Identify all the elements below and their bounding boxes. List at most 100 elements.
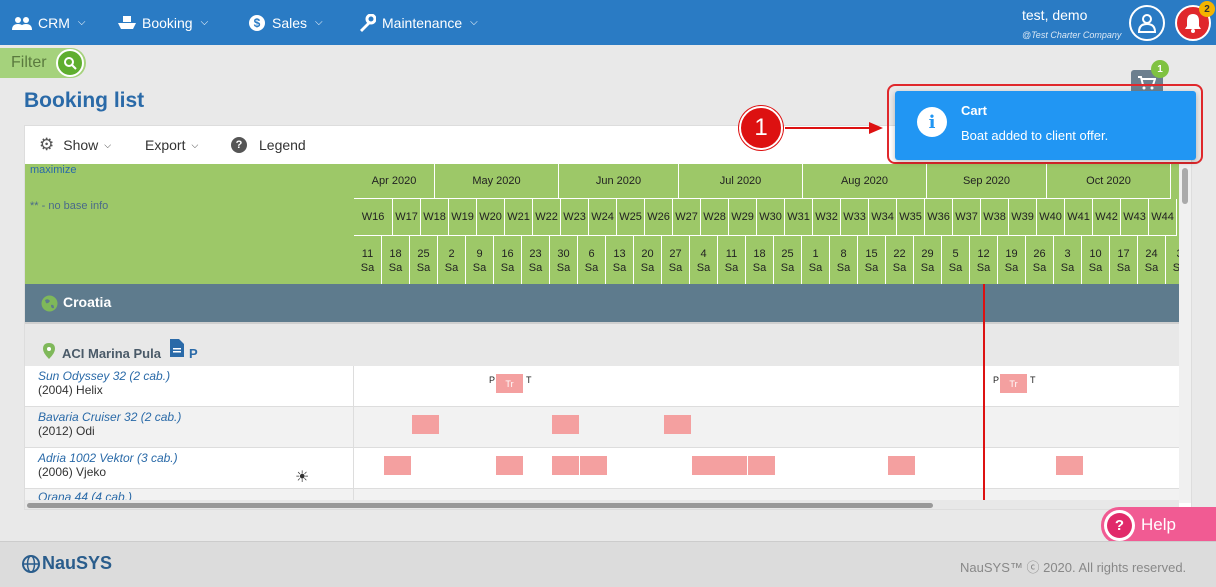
boat-name: (2004) Helix <box>38 383 103 397</box>
boat-name: (2006) Vjeko <box>38 465 107 479</box>
page-title: Booking list <box>24 89 145 112</box>
week-header: W16 <box>354 199 393 236</box>
nav-crm[interactable]: CRM ⌵ <box>12 0 85 45</box>
question-icon: ? <box>1104 510 1135 541</box>
toast-title: Cart <box>961 103 988 118</box>
boat-model-link[interactable]: Bavaria Cruiser 32 (2 cab.) <box>38 410 181 424</box>
pickup-mark: P <box>489 375 496 385</box>
filter-button[interactable]: Filter <box>0 48 86 78</box>
booking-block[interactable] <box>748 456 775 475</box>
day-number: 13 <box>613 248 626 260</box>
scrollbar-thumb[interactable] <box>1182 168 1188 204</box>
booking-block[interactable] <box>496 456 523 475</box>
vertical-scrollbar[interactable] <box>1179 164 1191 500</box>
pickup-mark: P <box>993 375 1000 385</box>
day-abbr: Sa <box>584 262 599 274</box>
grid-header-left: maximize ** - no base info <box>25 164 354 284</box>
week-header: W38 <box>981 199 1009 236</box>
user-avatar-button[interactable] <box>1129 5 1165 41</box>
boat-name: (2012) Odi <box>38 424 95 438</box>
chevron-down-icon: ⌵ <box>191 139 199 150</box>
svg-text:$: $ <box>254 16 261 30</box>
help-button[interactable]: ? Help <box>1101 507 1216 544</box>
footer-brand: NauSYS <box>42 553 113 573</box>
legend-button[interactable]: ? Legend <box>231 126 306 164</box>
toast-message: Boat added to client offer. <box>961 128 1109 143</box>
week-header: W24 <box>589 199 617 236</box>
week-header: W20 <box>477 199 505 236</box>
day-abbr: Sa <box>808 262 823 274</box>
booking-block[interactable] <box>1056 456 1083 475</box>
nav-booking[interactable]: Booking ⌵ <box>118 0 208 45</box>
globe-icon <box>41 295 58 312</box>
region-row[interactable]: Croatia <box>25 284 1191 322</box>
week-header: W31 <box>785 199 813 236</box>
booking-block[interactable] <box>552 415 579 434</box>
booking-block[interactable] <box>412 415 439 434</box>
week-header: W36 <box>925 199 953 236</box>
day-header: 11 Sa <box>354 236 382 284</box>
user-icon <box>1137 14 1157 33</box>
day-abbr: Sa <box>1116 262 1131 274</box>
chevron-down-icon: ⌵ <box>200 17 209 28</box>
info-icon: i <box>917 107 947 137</box>
day-header: 13 Sa <box>606 236 634 284</box>
scrollbar-thumb[interactable] <box>27 503 933 508</box>
search-icon[interactable] <box>56 49 84 77</box>
day-header: 9 Sa <box>466 236 494 284</box>
arrow-right-icon <box>785 122 883 134</box>
day-header: 29 Sa <box>914 236 942 284</box>
day-abbr: Sa <box>360 262 375 274</box>
marina-row[interactable]: ACI Marina Pula P <box>25 322 1191 366</box>
gear-icon: ⚙ <box>39 135 55 154</box>
booking-block[interactable] <box>888 456 915 475</box>
week-header: W26 <box>645 199 673 236</box>
transit-mark: Tr <box>505 378 514 389</box>
day-header: 18 Sa <box>746 236 774 284</box>
day-number: 25 <box>417 248 430 260</box>
day-number: 10 <box>1089 248 1102 260</box>
nav-maintenance[interactable]: Maintenance ⌵ <box>358 0 478 45</box>
day-abbr: Sa <box>388 262 403 274</box>
week-header: W43 <box>1121 199 1149 236</box>
boat-row[interactable]: Adria 1002 Vektor (3 cab.) (2006) Vjeko … <box>25 448 1191 489</box>
day-number: 30 <box>557 248 570 260</box>
week-header: W23 <box>561 199 589 236</box>
boat-row[interactable]: Sun Odyssey 32 (2 cab.) (2004) Helix P T… <box>25 366 1191 407</box>
booking-block[interactable] <box>664 415 691 434</box>
booking-block[interactable] <box>384 456 411 475</box>
cart-toast[interactable]: i Cart Boat added to client offer. <box>895 91 1196 160</box>
boat-model-link[interactable]: Sun Odyssey 32 (2 cab.) <box>38 369 170 383</box>
day-abbr: Sa <box>752 262 767 274</box>
booking-block[interactable] <box>692 456 747 475</box>
booking-block[interactable] <box>580 456 607 475</box>
day-number: 25 <box>781 248 794 260</box>
day-abbr: Sa <box>696 262 711 274</box>
maximize-link[interactable]: maximize <box>30 164 76 176</box>
day-number: 24 <box>1145 248 1158 260</box>
boat-row[interactable]: Bavaria Cruiser 32 (2 cab.) (2012) Odi <box>25 407 1191 448</box>
document-icon[interactable] <box>170 339 184 357</box>
day-abbr: Sa <box>1088 262 1103 274</box>
chevron-down-icon: ⌵ <box>104 139 112 150</box>
booking-block[interactable]: Tr <box>1000 374 1027 393</box>
week-header: W40 <box>1037 199 1065 236</box>
day-header: 26 Sa <box>1026 236 1054 284</box>
day-header: 25 Sa <box>410 236 438 284</box>
day-abbr: Sa <box>668 262 683 274</box>
day-header: 12 Sa <box>970 236 998 284</box>
export-dropdown[interactable]: Export ⌵ <box>145 126 198 164</box>
day-number: 11 <box>361 248 374 260</box>
day-number: 4 <box>700 248 707 260</box>
booking-block[interactable]: Tr <box>496 374 523 393</box>
show-dropdown[interactable]: ⚙ Show ⌵ <box>39 126 111 164</box>
horizontal-scrollbar[interactable] <box>25 500 1179 509</box>
nav-sales[interactable]: $ Sales ⌵ <box>248 0 323 45</box>
day-abbr: Sa <box>780 262 795 274</box>
booking-block[interactable] <box>552 456 579 475</box>
help-label: Help <box>1141 515 1176 534</box>
week-header: W37 <box>953 199 981 236</box>
day-abbr: Sa <box>556 262 571 274</box>
week-header: W21 <box>505 199 533 236</box>
boat-model-link[interactable]: Adria 1002 Vektor (3 cab.) <box>38 451 178 465</box>
